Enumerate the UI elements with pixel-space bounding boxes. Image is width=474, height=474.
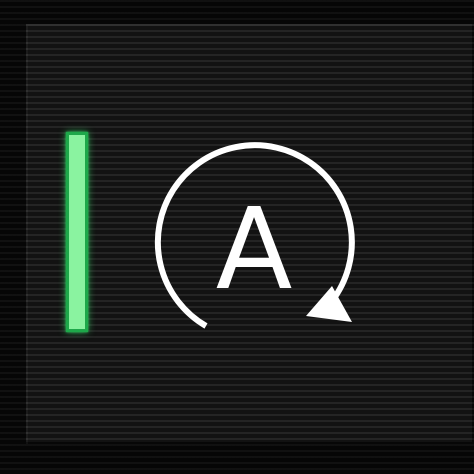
arrow-head (306, 286, 352, 322)
display-screen: A (0, 0, 474, 474)
auto-start-stop-icon: A (154, 142, 355, 329)
status-indicator-light (66, 132, 88, 332)
auto-start-stop-button[interactable]: A (26, 24, 474, 444)
icon-letter: A (216, 185, 293, 315)
